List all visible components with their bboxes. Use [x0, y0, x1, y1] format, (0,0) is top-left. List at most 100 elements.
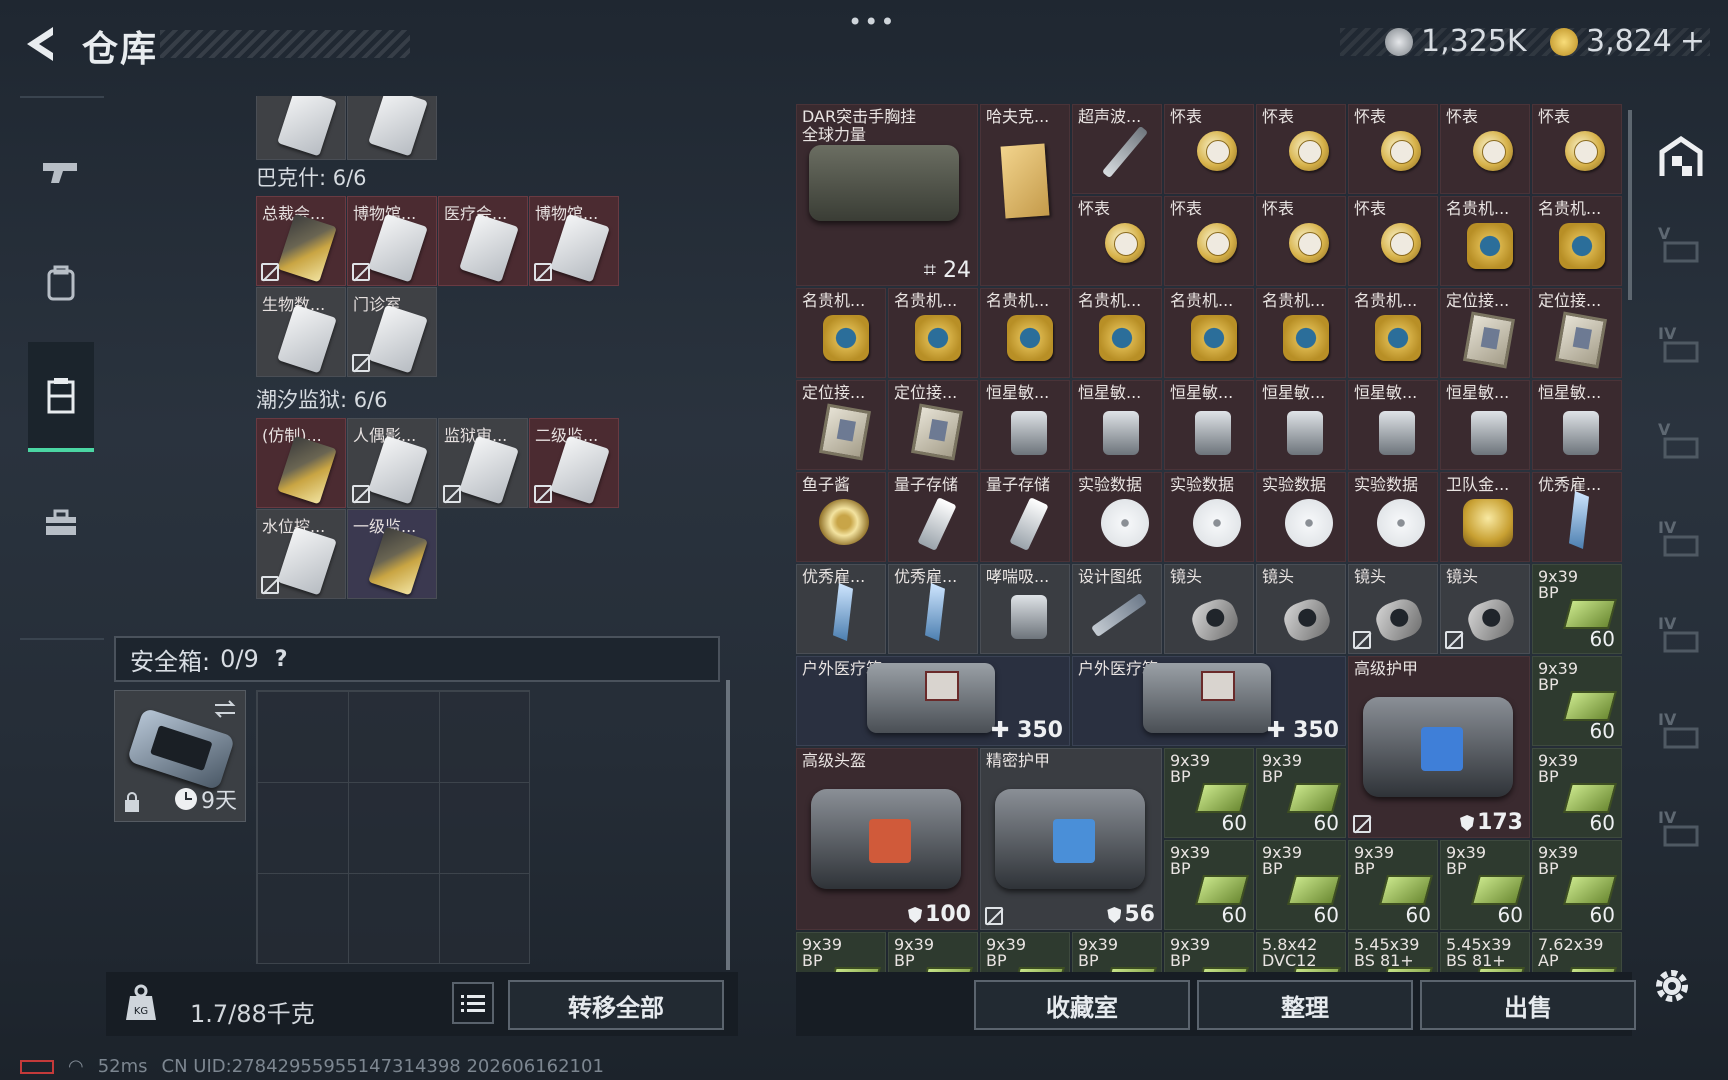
inventory-item[interactable]: 名贵机... [1348, 288, 1438, 378]
inventory-item[interactable]: 恒星敏... [1348, 380, 1438, 470]
inventory-item[interactable]: 名贵机... [1072, 288, 1162, 378]
inventory-item[interactable]: 定位接... [1440, 288, 1530, 378]
back-button[interactable] [20, 22, 60, 66]
gear-icon[interactable] [1650, 964, 1694, 1008]
inventory-item[interactable]: 优秀雇... [1532, 472, 1622, 562]
stash-slot[interactable]: 博物馆... [529, 196, 619, 286]
inventory-scrollbar[interactable] [1628, 110, 1632, 300]
inventory-item[interactable]: 鱼子酱 [796, 472, 886, 562]
inventory-item[interactable]: 名贵机... [1532, 196, 1622, 286]
stash-slot[interactable]: 门诊室 [347, 287, 437, 377]
inventory-item[interactable]: 恒星敏... [1532, 380, 1622, 470]
inventory-item[interactable]: 镜头 [1348, 564, 1438, 654]
inventory-item[interactable]: 名贵机... [1164, 288, 1254, 378]
inventory-item[interactable]: 卫队金... [1440, 472, 1530, 562]
stash-slot[interactable]: 总裁会... [256, 196, 346, 286]
inventory-item[interactable]: 怀表 [1256, 196, 1346, 286]
stash-slot[interactable]: 医疗会... [438, 196, 528, 286]
gold-add-button[interactable]: + [1680, 24, 1705, 59]
inventory-item[interactable]: 名贵机... [980, 288, 1070, 378]
inventory-item[interactable]: 7.62x39 AP [1532, 932, 1622, 972]
sell-button[interactable]: 出售 [1420, 980, 1636, 1030]
inventory-item[interactable]: 5.8x42 DVC12 [1256, 932, 1346, 972]
stash-slot[interactable]: 博物馆... [347, 196, 437, 286]
stash-scrollbar[interactable] [726, 680, 730, 970]
inventory-item[interactable]: 实验数据 [1164, 472, 1254, 562]
inventory-item[interactable]: 9x39 BP 60 [1256, 748, 1346, 838]
inventory-item[interactable]: 9x39 BP 60 [1440, 840, 1530, 930]
inventory-item-helmet[interactable]: 高级头盔 100 [796, 748, 978, 930]
inventory-item[interactable]: 哮喘吸... [980, 564, 1070, 654]
inventory-item[interactable]: 实验数据 [1348, 472, 1438, 562]
stash-slot[interactable]: 监狱审... [438, 418, 528, 508]
collection-button[interactable]: 收藏室 [974, 980, 1190, 1030]
inventory-item[interactable]: 名贵机... [1440, 196, 1530, 286]
inventory-item[interactable]: 恒星敏... [1256, 380, 1346, 470]
inventory-item[interactable]: 名贵机... [796, 288, 886, 378]
sidebar-item-shelf-2[interactable]: IV [1646, 306, 1716, 396]
inventory-item[interactable]: 名贵机... [1256, 288, 1346, 378]
inventory-item-armor[interactable]: 高级护甲 173 [1348, 656, 1530, 838]
inventory-item[interactable]: 镜头 [1440, 564, 1530, 654]
inventory-item-medkit[interactable]: 户外医疗箱 ✚ 350 [796, 656, 1070, 746]
inventory-item[interactable]: 恒星敏... [1072, 380, 1162, 470]
inventory-item[interactable]: 怀表 [1532, 104, 1622, 194]
inventory-item-medkit[interactable]: 户外医疗箱 ✚ 350 [1072, 656, 1346, 746]
inventory-item[interactable]: 9x39 BP [796, 932, 886, 972]
transfer-all-button[interactable]: 转移全部 [508, 980, 724, 1030]
swap-icon[interactable] [213, 699, 237, 719]
sidebar-item-shelf-7[interactable]: IV [1646, 790, 1716, 880]
inventory-item[interactable]: 优秀雇... [888, 564, 978, 654]
inventory-item-chest-rig[interactable]: DAR突击手胸挂 全球力量 ⌗ 24 [796, 104, 978, 286]
inventory-item[interactable]: 5.45x39 BS 81+ [1440, 932, 1530, 972]
stash-slot[interactable] [256, 96, 346, 160]
inventory-item[interactable]: 9x39 BP [980, 932, 1070, 972]
inventory-item[interactable]: 9x39 BP [1072, 932, 1162, 972]
inventory-item[interactable]: 量子存储 [888, 472, 978, 562]
sidebar-item-weapons[interactable] [28, 118, 94, 228]
inventory-item[interactable]: 恒星敏... [1440, 380, 1530, 470]
inventory-item-syringe[interactable]: 超声波... [1072, 104, 1162, 194]
inventory-item[interactable]: 定位接... [796, 380, 886, 470]
more-menu-icon[interactable]: ••• [848, 8, 896, 36]
inventory-item[interactable]: 定位接... [888, 380, 978, 470]
sidebar-item-shelf-4[interactable]: IV [1646, 500, 1716, 590]
inventory-item[interactable]: 9x39 BP [888, 932, 978, 972]
help-icon[interactable]: ? [275, 647, 288, 672]
inventory-item[interactable]: 怀表 [1072, 196, 1162, 286]
inventory-item[interactable]: 9x39 BP 60 [1256, 840, 1346, 930]
inventory-item[interactable]: 9x39 BP 60 [1532, 564, 1622, 654]
inventory-grid[interactable]: DAR突击手胸挂 全球力量 ⌗ 24 哈夫克... 超声波... 户外医疗箱 ✚… [796, 104, 1622, 972]
inventory-item[interactable]: 9x39 BP 60 [1164, 840, 1254, 930]
inventory-item[interactable]: 优秀雇... [796, 564, 886, 654]
organize-button[interactable]: 整理 [1197, 980, 1413, 1030]
inventory-item[interactable]: 怀表 [1348, 196, 1438, 286]
sidebar-item-shelf-3[interactable]: V [1646, 402, 1716, 492]
inventory-item[interactable]: 怀表 [1348, 104, 1438, 194]
sidebar-item-equipment[interactable] [28, 228, 94, 338]
inventory-item[interactable]: 9x39 BP 60 [1532, 840, 1622, 930]
inventory-item[interactable]: 镜头 [1256, 564, 1346, 654]
inventory-item[interactable]: 量子存储 [980, 472, 1070, 562]
stash-slot[interactable] [347, 96, 437, 160]
inventory-item-book[interactable]: 哈夫克... [980, 104, 1070, 286]
inventory-item[interactable]: 怀表 [1164, 196, 1254, 286]
inventory-item[interactable]: 定位接... [1532, 288, 1622, 378]
sidebar-item-briefcase[interactable] [28, 468, 94, 578]
stash-slot[interactable]: 生物数... [256, 287, 346, 377]
inventory-item[interactable]: 9x39 BP 60 [1164, 748, 1254, 838]
safe-box-grid[interactable] [256, 690, 530, 964]
inventory-item[interactable]: 怀表 [1164, 104, 1254, 194]
inventory-item[interactable]: 恒星敏... [1164, 380, 1254, 470]
inventory-item-precision-armor[interactable]: 精密护甲 56 [980, 748, 1162, 930]
inventory-item[interactable]: 9x39 BP 60 [1532, 748, 1622, 838]
inventory-item[interactable]: 名贵机... [888, 288, 978, 378]
inventory-item[interactable]: 怀表 [1256, 104, 1346, 194]
inventory-item[interactable]: 实验数据 [1072, 472, 1162, 562]
stash-slot[interactable]: 水位控... [256, 509, 346, 599]
inventory-item[interactable]: 实验数据 [1256, 472, 1346, 562]
list-view-button[interactable] [452, 982, 494, 1024]
sidebar-item-shelf-5[interactable]: IV [1646, 596, 1716, 686]
sidebar-item-warehouse[interactable] [1646, 112, 1716, 202]
sidebar-item-shelf-6[interactable]: IV [1646, 692, 1716, 782]
